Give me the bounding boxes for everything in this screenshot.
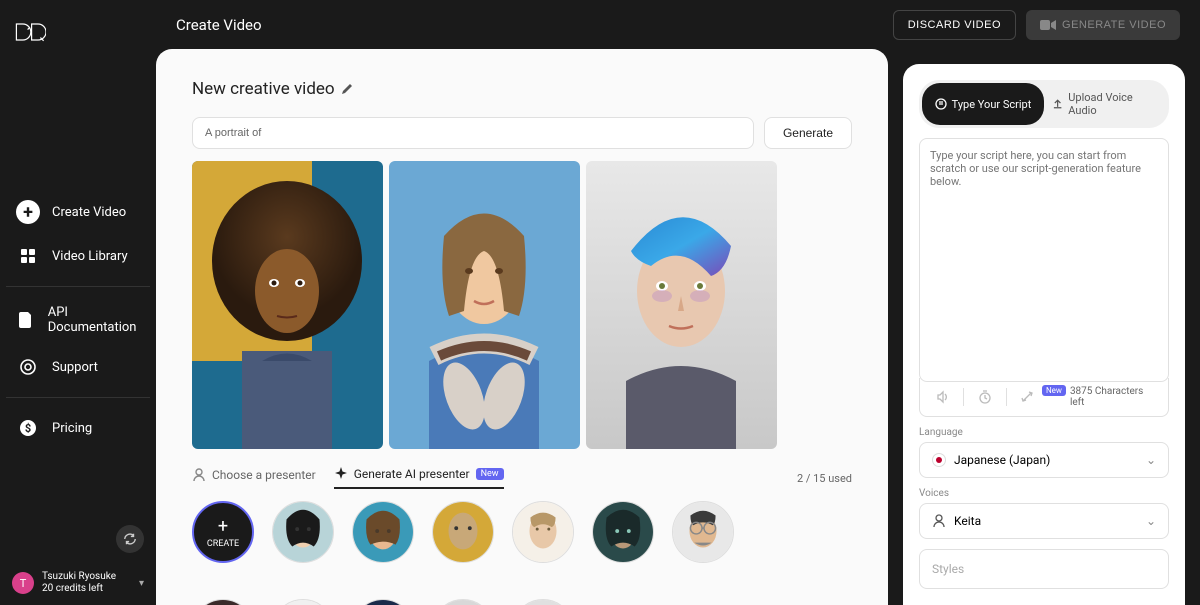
- avatar-option[interactable]: [432, 501, 494, 563]
- language-dropdown[interactable]: Japanese (Japan) ⌄: [919, 442, 1169, 478]
- avatar-option[interactable]: [272, 501, 334, 563]
- tab-type-script[interactable]: Type Your Script: [922, 83, 1044, 125]
- generated-images: [192, 161, 852, 449]
- divider: [6, 397, 150, 398]
- avatar-option[interactable]: [352, 501, 414, 563]
- sidebar-item-pricing[interactable]: $ Pricing: [0, 406, 156, 450]
- usage-count: 2 / 15 used: [797, 472, 852, 485]
- tab-upload-audio[interactable]: Upload Voice Audio: [1044, 83, 1166, 125]
- nav: + Create Video Video Library API Documen…: [0, 190, 156, 450]
- generated-image[interactable]: [586, 161, 777, 449]
- char-count: 3875 Characters left: [1070, 386, 1158, 408]
- chevron-down-icon: ▾: [139, 578, 144, 589]
- dollar-icon: $: [16, 416, 40, 440]
- avatar-option[interactable]: [672, 501, 734, 563]
- generated-image[interactable]: [389, 161, 580, 449]
- generate-button[interactable]: Generate: [764, 117, 852, 149]
- plus-icon: +: [218, 516, 228, 537]
- avatar-option[interactable]: [512, 599, 574, 605]
- chevron-down-icon: ⌄: [1146, 453, 1156, 467]
- sidebar-item-api-docs[interactable]: API Documentation: [0, 295, 156, 345]
- person-icon: [932, 514, 946, 528]
- magic-icon[interactable]: [1015, 384, 1040, 410]
- discard-button[interactable]: DISCARD VIDEO: [893, 10, 1016, 40]
- language-label: Language: [919, 427, 1169, 438]
- grid-icon: [16, 244, 40, 268]
- avatar: T: [12, 572, 34, 594]
- create-avatar-button[interactable]: + CREATE: [192, 501, 254, 563]
- styles-box[interactable]: Styles: [919, 549, 1169, 589]
- avatar-option[interactable]: [592, 501, 654, 563]
- nav-label: Pricing: [52, 421, 92, 436]
- upload-icon: [1052, 98, 1063, 110]
- svg-text:$: $: [25, 422, 31, 435]
- nav-label: Support: [52, 360, 98, 375]
- speaker-icon[interactable]: [930, 384, 955, 410]
- flag-japan-icon: [932, 453, 946, 467]
- avatar-option[interactable]: [192, 599, 254, 605]
- user-menu[interactable]: T Tsuzuki Ryosuke 20 credits left ▾: [12, 571, 144, 595]
- main-panel: New creative video Generate Choose a pre…: [156, 49, 888, 605]
- tab-generate-ai-presenter[interactable]: Generate AI presenter New: [334, 467, 504, 489]
- topbar: Create Video DISCARD VIDEO GENERATE VIDE…: [156, 0, 1200, 49]
- chat-icon: [935, 98, 947, 110]
- avatar-option[interactable]: [432, 599, 494, 605]
- page-title: Create Video: [176, 16, 262, 34]
- sparkle-icon: [334, 467, 348, 481]
- generated-image[interactable]: [192, 161, 383, 449]
- user-name: Tsuzuki Ryosuke: [42, 571, 131, 583]
- new-badge: New: [1042, 385, 1066, 396]
- new-badge: New: [476, 468, 504, 480]
- voice-dropdown[interactable]: Keita ⌄: [919, 503, 1169, 539]
- timer-icon[interactable]: [972, 384, 997, 410]
- generate-video-button[interactable]: GENERATE VIDEO: [1026, 10, 1180, 40]
- avatar-option[interactable]: [512, 501, 574, 563]
- logo: [0, 10, 156, 50]
- script-textarea[interactable]: [919, 138, 1169, 382]
- person-icon: [192, 468, 206, 482]
- script-panel: Type Your Script Upload Voice Audio New …: [903, 64, 1185, 605]
- sidebar-item-create-video[interactable]: + Create Video: [0, 190, 156, 234]
- prompt-input[interactable]: [192, 117, 754, 149]
- voices-label: Voices: [919, 488, 1169, 499]
- lifebuoy-icon: [16, 355, 40, 379]
- avatar-option[interactable]: [272, 599, 334, 605]
- sync-button[interactable]: [116, 525, 144, 553]
- plus-icon: +: [16, 200, 40, 224]
- chevron-down-icon: ⌄: [1146, 514, 1156, 528]
- sidebar-item-video-library[interactable]: Video Library: [0, 234, 156, 278]
- nav-label: API Documentation: [48, 305, 140, 335]
- nav-label: Video Library: [52, 249, 128, 264]
- document-icon: [16, 308, 36, 332]
- pencil-icon[interactable]: [341, 83, 353, 95]
- camera-icon: [1040, 19, 1056, 31]
- nav-label: Create Video: [52, 205, 126, 220]
- tab-choose-presenter[interactable]: Choose a presenter: [192, 468, 316, 488]
- sidebar-item-support[interactable]: Support: [0, 345, 156, 389]
- divider: [6, 286, 150, 287]
- video-title: New creative video: [192, 79, 335, 99]
- avatar-option[interactable]: [352, 599, 414, 605]
- user-credits: 20 credits left: [42, 583, 131, 595]
- sidebar: + Create Video Video Library API Documen…: [0, 0, 156, 605]
